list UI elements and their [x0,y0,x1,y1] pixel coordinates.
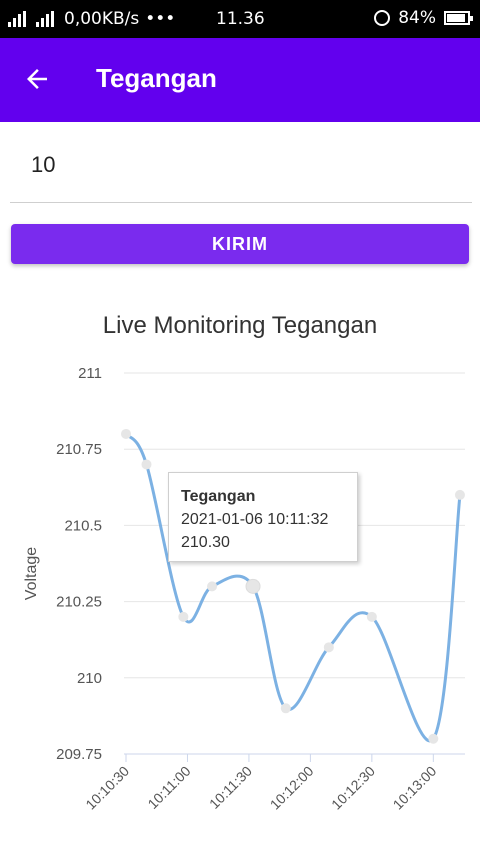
x-tick-label: 10:10:30 [82,763,132,813]
data-point[interactable] [141,459,152,470]
data-point[interactable] [428,733,439,744]
y-tick-label: 209.75 [56,746,102,763]
battery-percent: 84% [398,8,436,28]
tooltip-value: 210.30 [181,534,230,551]
app-bar: Tegangan [0,38,480,122]
chart-title: Live Monitoring Tegangan [102,312,378,339]
chart-tooltip: Tegangan 2021-01-06 10:11:32 210.30 [168,472,358,562]
x-tick-label: 10:12:30 [328,763,378,813]
alarm-icon [374,10,391,26]
data-point[interactable] [366,611,377,622]
voltage-input-container [10,140,472,203]
x-tick-label: 10:11:30 [206,763,255,812]
voltage-input[interactable] [31,152,451,178]
x-tick-label: 10:13:00 [390,763,440,813]
tooltip-series: Tegangan [181,488,256,505]
more-dots: ••• [145,9,176,29]
status-bar: 0,00KB/s ••• 11.36 84% [0,0,480,38]
network-speed: 0,00KB/s [64,9,140,29]
y-tick-label: 210.25 [56,594,102,611]
battery-icon [444,11,473,25]
x-tick-label: 10:12:00 [267,763,317,813]
y-tick-label: 210.5 [64,517,102,534]
clock: 11.36 [216,9,265,29]
data-point[interactable] [323,642,334,653]
data-point[interactable] [207,581,218,592]
y-tick-label: 211 [78,365,102,382]
data-point[interactable] [121,428,131,439]
page-title: Tegangan [96,63,217,93]
tooltip-datetime: 2021-01-06 10:11:32 [181,511,329,528]
signal-icon [8,11,30,27]
y-tick-label: 210 [77,670,102,687]
arrow-left-icon[interactable] [22,64,52,94]
data-point[interactable] [178,611,189,622]
highlighted-data-point[interactable] [245,578,261,594]
y-axis-label: Voltage [23,547,40,600]
kirim-button[interactable]: KIRIM [11,224,469,264]
voltage-line-chart[interactable]: 211210.75210.5210.25210209.7510:10:30 10:… [0,350,480,854]
signal-icon [36,11,58,27]
y-tick-label: 210.75 [56,441,102,458]
data-point[interactable] [280,703,291,714]
x-tick-label: 10:11:00 [144,763,193,812]
data-point[interactable] [454,489,465,500]
